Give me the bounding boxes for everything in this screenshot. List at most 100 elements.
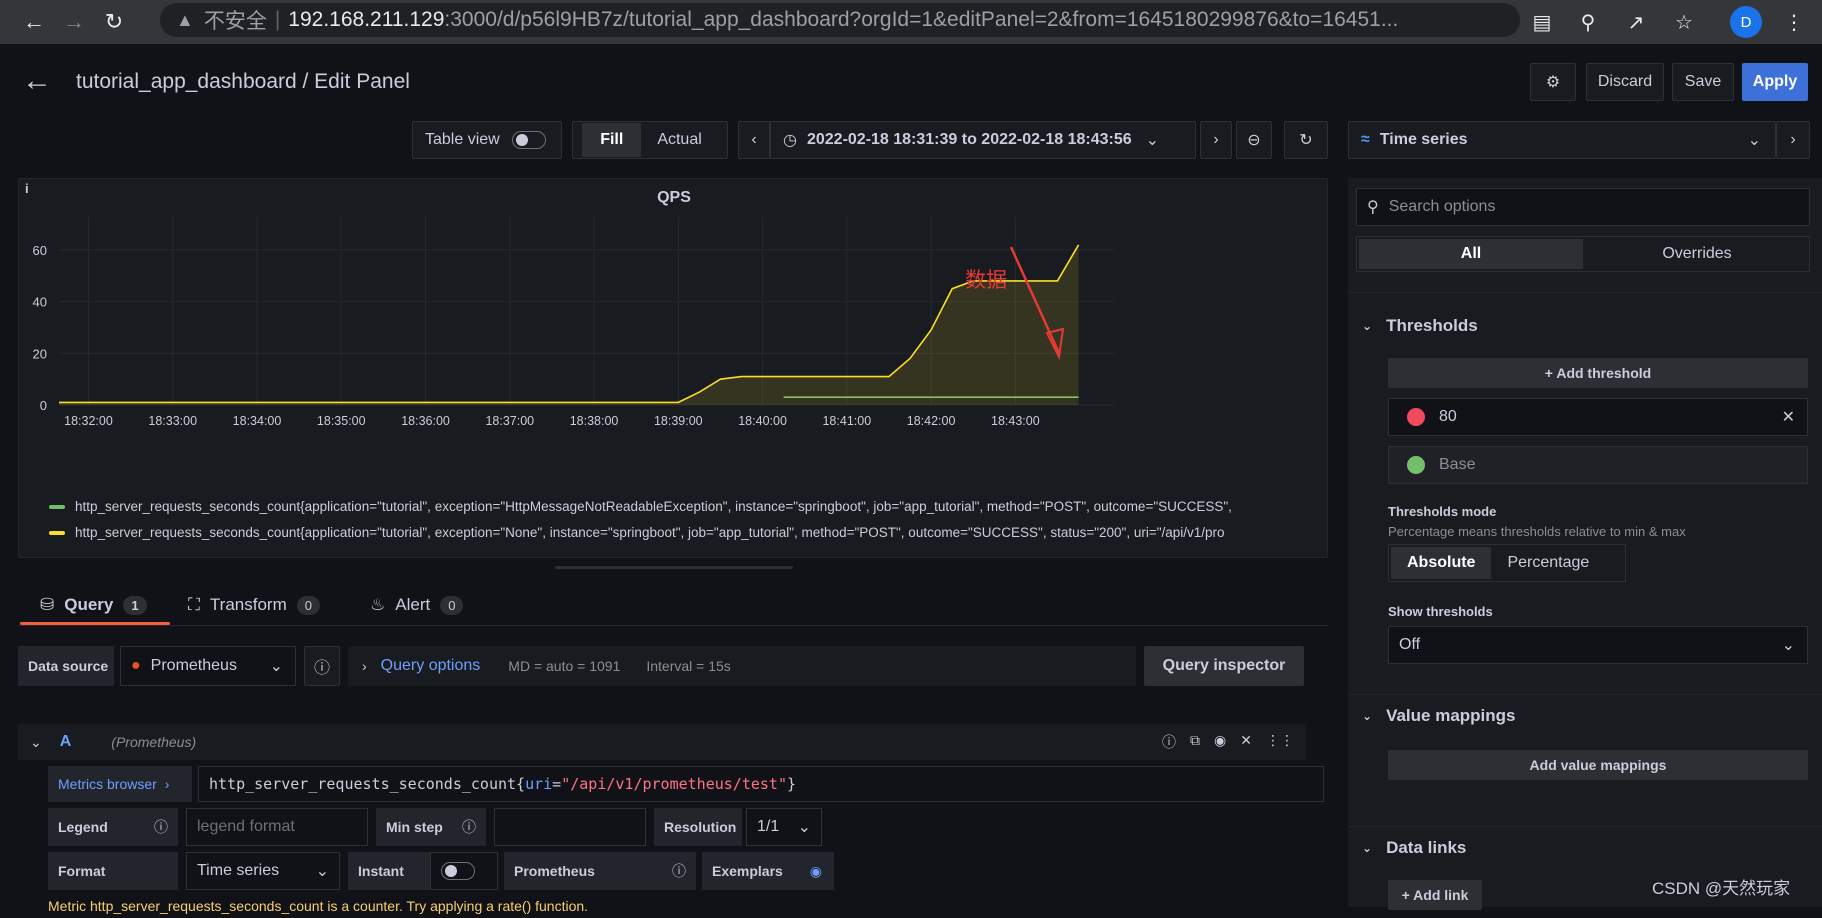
tab-query[interactable]: ⛁ Query 1 <box>40 584 147 626</box>
refresh-icon: ↻ <box>1299 132 1313 149</box>
trash-icon[interactable]: ✕ <box>1782 407 1795 427</box>
data-links-section-header[interactable]: ⌄ Data links <box>1362 838 1466 858</box>
legend-format-input[interactable]: legend format <box>186 808 368 846</box>
duplicate-icon[interactable]: ⧉ <box>1190 732 1200 752</box>
eye-icon[interactable]: ◉ <box>1214 732 1226 752</box>
save-button[interactable]: Save <box>1672 63 1734 101</box>
chevron-down-icon: ⌄ <box>315 863 329 880</box>
chevron-down-icon: ⌄ <box>1362 319 1373 333</box>
toggle-switch[interactable] <box>511 131 546 149</box>
zoom-icon[interactable]: ⚲ <box>1570 4 1606 40</box>
chevron-left-icon: ‹ <box>751 131 757 148</box>
settings-gear-button[interactable]: ⚙ <box>1530 63 1576 101</box>
x-tick-label: 18:36:00 <box>401 414 450 428</box>
x-tick-label: 18:33:00 <box>148 414 197 428</box>
search-icon: ⚲ <box>1367 199 1379 216</box>
x-tick-label: 18:40:00 <box>738 414 787 428</box>
actual-option[interactable]: Actual <box>641 123 717 157</box>
threshold-row[interactable]: 80 ✕ <box>1388 398 1808 436</box>
instant-toggle[interactable] <box>430 852 498 890</box>
threshold-base-dot[interactable] <box>1407 456 1425 474</box>
time-back-button[interactable]: ‹ <box>738 121 770 159</box>
tab-transform[interactable]: ⛶ Transform 0 <box>188 584 320 626</box>
search-options-input[interactable]: ⚲ Search options <box>1356 188 1810 226</box>
info-icon[interactable]: ⓘ <box>462 817 476 837</box>
x-tick-label: 18:32:00 <box>64 414 113 428</box>
help-button[interactable]: ⓘ <box>304 646 340 686</box>
table-view-toggle[interactable]: Table view <box>412 121 562 159</box>
tab-all[interactable]: All <box>1359 239 1583 269</box>
chevron-down-icon: ⌄ <box>1781 637 1795 654</box>
discard-button[interactable]: Discard <box>1586 63 1664 101</box>
resize-handle[interactable] <box>555 566 793 569</box>
back-icon[interactable]: ← <box>14 2 54 42</box>
refresh-button[interactable]: ↻ <box>1284 121 1328 159</box>
collapse-options-button[interactable]: › <box>1776 121 1810 159</box>
add-threshold-button[interactable]: + Add threshold <box>1388 358 1808 388</box>
min-step-input[interactable] <box>494 808 646 846</box>
apply-button[interactable]: Apply <box>1742 63 1808 101</box>
resolution-select[interactable]: 1/1 ⌄ <box>746 808 822 846</box>
forward-icon[interactable]: → <box>54 2 94 42</box>
promql-editor[interactable]: http_server_requests_seconds_count{uri = "… <box>198 766 1324 802</box>
chevron-down-icon: ⌄ <box>1747 132 1761 149</box>
datasource-picker[interactable]: ● Prometheus ⌄ <box>120 646 296 686</box>
divider <box>1348 826 1822 827</box>
legend-item[interactable]: http_server_requests_seconds_count{appli… <box>49 525 1319 540</box>
translate-icon[interactable]: ▤ <box>1524 4 1560 40</box>
time-series-icon: ≈ <box>1361 131 1370 148</box>
trash-icon[interactable]: ✕ <box>1240 732 1252 752</box>
divider <box>1348 292 1822 293</box>
query-options-label: Query options <box>380 657 481 674</box>
legend-item[interactable]: http_server_requests_seconds_count{appli… <box>49 499 1319 514</box>
show-thresholds-select[interactable]: Off ⌄ <box>1388 626 1808 664</box>
query-options-bar[interactable]: › Query options MD = auto = 1091 Interva… <box>348 646 1136 686</box>
info-icon[interactable]: ⓘ <box>154 817 168 837</box>
drag-handle-icon[interactable]: ⋮⋮ <box>1266 732 1294 752</box>
zoom-out-button[interactable]: ⊖ <box>1236 121 1272 159</box>
mode-percentage[interactable]: Percentage <box>1493 545 1603 581</box>
metrics-browser-button[interactable]: Metrics browser › <box>48 766 192 802</box>
show-thresholds-value: Off <box>1399 636 1421 653</box>
query-row-header[interactable]: ⌄ A (Prometheus) ⓘ ⧉ ◉ ✕ ⋮⋮ <box>18 724 1306 760</box>
chevron-down-icon: ⌄ <box>30 733 42 750</box>
mode-absolute[interactable]: Absolute <box>1391 547 1492 579</box>
legend-label: http_server_requests_seconds_count{appli… <box>75 499 1232 514</box>
query-hint: Metric http_server_requests_seconds_coun… <box>48 898 589 914</box>
visualization-picker[interactable]: ≈ Time series ⌄ <box>1348 121 1776 159</box>
x-tick-label: 18:35:00 <box>317 414 366 428</box>
back-to-dashboard-icon[interactable]: ← <box>22 64 52 98</box>
add-value-mappings-button[interactable]: Add value mappings <box>1388 750 1808 780</box>
question-icon: ⓘ <box>313 660 330 677</box>
query-inspector-button[interactable]: Query inspector <box>1144 646 1304 686</box>
instant-label: Instant <box>348 852 430 890</box>
y-tick-label: 60 <box>33 243 47 258</box>
format-select[interactable]: Time series ⌄ <box>186 852 340 890</box>
md-info: MD = auto = 1091 <box>508 658 621 674</box>
eye-icon[interactable]: ◉ <box>810 863 822 880</box>
datasource-name: Prometheus <box>150 657 237 674</box>
query-ref-source: (Prometheus) <box>111 734 197 750</box>
share-icon[interactable]: ↗ <box>1618 4 1654 40</box>
reload-icon[interactable]: ↻ <box>94 2 134 42</box>
thresholds-section-header[interactable]: ⌄ Thresholds <box>1362 316 1478 336</box>
address-bar[interactable]: ▲ 不安全 | 192.168.211.129 :3000/d/p56l9HB7… <box>160 3 1520 37</box>
zoom-out-icon: ⊖ <box>1247 132 1261 149</box>
threshold-color-dot[interactable] <box>1407 408 1425 426</box>
time-range-picker[interactable]: ◷ 2022-02-18 18:31:39 to 2022-02-18 18:4… <box>770 121 1196 159</box>
help-icon[interactable]: ⓘ <box>1162 732 1176 752</box>
time-range-text: 2022-02-18 18:31:39 to 2022-02-18 18:43:… <box>806 131 1132 148</box>
kebab-menu-icon[interactable]: ⋮ <box>1776 4 1812 40</box>
profile-avatar[interactable]: D <box>1730 6 1762 38</box>
tab-overrides[interactable]: Overrides <box>1585 237 1809 271</box>
database-icon: ⛁ <box>40 595 55 614</box>
legend-swatch <box>49 530 65 535</box>
info-icon[interactable]: ⓘ <box>672 861 686 881</box>
fill-option[interactable]: Fill <box>582 123 642 157</box>
add-link-button[interactable]: + Add link <box>1388 880 1482 910</box>
tab-alert[interactable]: ♨ Alert 0 <box>370 584 464 626</box>
value-mappings-section-header[interactable]: ⌄ Value mappings <box>1362 706 1516 726</box>
toggle-switch[interactable] <box>441 862 475 880</box>
time-forward-button[interactable]: › <box>1200 121 1232 159</box>
bookmark-star-icon[interactable]: ☆ <box>1666 4 1702 40</box>
